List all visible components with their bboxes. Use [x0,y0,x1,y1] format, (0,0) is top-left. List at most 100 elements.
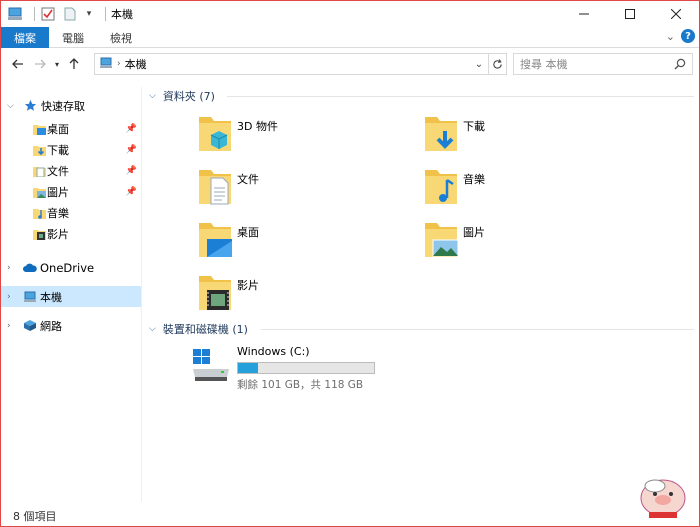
folder-tile-videos[interactable]: 影片 [197,272,397,316]
3d-objects-folder-icon [197,113,237,157]
sidebar-item-quick-access[interactable]: ⌵ 快速存取 [1,95,141,116]
folder-tile-downloads[interactable]: 下載 [423,113,623,157]
tab-view[interactable]: 檢視 [97,27,145,48]
folder-tile-desktop[interactable]: 桌面 [197,219,397,263]
sidebar-item-network[interactable]: › 網路 [1,315,141,336]
downloads-folder-icon [32,143,46,157]
devices-group-header[interactable]: ⌵ 裝置和磁碟機 (1) [149,321,694,337]
chevron-right-icon[interactable]: › [7,263,11,273]
drive-usage-bar [237,362,375,374]
mascot-watermark-icon [635,474,691,522]
desktop-folder-icon [32,122,46,136]
close-button[interactable] [653,1,699,27]
divider [261,329,694,330]
folders-group-label: 資料夾 (7) [162,90,215,103]
address-bar[interactable]: › 本機 ⌄ [94,53,507,75]
help-icon[interactable]: ? [681,29,695,43]
breadcrumb-separator-icon: › [117,59,121,69]
folder-name: 桌面 [237,226,259,239]
chevron-down-icon[interactable]: ⌵ [7,101,14,111]
breadcrumb-item[interactable]: 本機 [125,56,147,72]
pin-icon[interactable]: 📌 [126,124,137,134]
sidebar-item-label: 本機 [40,290,62,304]
drive-tile-c[interactable]: Windows (C:) 剩餘 101 GB，共 118 GB [191,343,451,391]
navigation-pane: ⌵ 快速存取 桌面 📌 下載 📌 文件 📌 圖片 📌 音樂 影片 › OneDr… [1,87,142,502]
up-button[interactable] [63,53,85,75]
sidebar-item-documents[interactable]: 文件 📌 [1,160,141,181]
chevron-down-icon[interactable]: ⌵ [149,324,156,334]
folder-name: 文件 [237,173,259,186]
sidebar-item-label: 影片 [47,227,69,241]
item-count: 8 個項目 [13,510,57,523]
tab-computer[interactable]: 電腦 [49,27,97,48]
minimize-button[interactable] [561,1,607,27]
sidebar-item-desktop[interactable]: 桌面 📌 [1,118,141,139]
folders-group-header[interactable]: ⌵ 資料夾 (7) [149,88,694,104]
navigation-bar: ▾ › 本機 ⌄ 搜尋 本機 [1,49,699,79]
this-pc-icon [23,290,37,304]
address-history-icon[interactable]: ⌄ [470,54,488,74]
drive-name: Windows (C:) [237,345,310,358]
chevron-down-icon[interactable]: ⌵ [149,91,156,101]
search-input[interactable]: 搜尋 本機 [520,56,568,72]
expand-ribbon-icon[interactable]: ⌄ [666,30,675,43]
sidebar-item-label: 圖片 [47,185,69,199]
drive-usage-fill [238,363,258,373]
window-title: 本機 [111,8,133,21]
drive-icon [191,347,231,386]
folder-tile-3d-objects[interactable]: 3D 物件 [197,113,397,157]
sidebar-item-label: 下載 [47,143,69,157]
pictures-folder-icon [32,185,46,199]
search-icon [674,58,686,73]
chevron-right-icon[interactable]: › [7,321,11,331]
downloads-folder-icon [423,113,463,157]
folder-name: 影片 [237,279,259,292]
sidebar-item-label: 音樂 [47,206,69,220]
customize-toolbar-icon[interactable]: ▾ [84,6,94,22]
tab-file[interactable]: 檔案 [1,27,49,48]
search-box[interactable]: 搜尋 本機 [513,53,693,75]
file-explorer-window: ▾ 本機 檔案 電腦 檢視 ⌄ ? ▾ › 本機 ⌄ 搜尋 本機 ⌵ 快速存取 … [0,0,700,527]
music-folder-icon [423,166,463,210]
sidebar-item-onedrive[interactable]: › OneDrive [1,257,141,278]
pictures-folder-icon [423,219,463,263]
folder-tile-documents[interactable]: 文件 [197,166,397,210]
sidebar-item-downloads[interactable]: 下載 📌 [1,139,141,160]
folder-name: 圖片 [463,226,485,239]
sidebar-item-label: 快速存取 [41,99,85,113]
folder-tile-pictures[interactable]: 圖片 [423,219,623,263]
ribbon-right-controls: ⌄ ? [666,29,695,43]
pin-icon[interactable]: 📌 [126,187,137,197]
sidebar-item-this-pc[interactable]: › 本機 [1,286,141,307]
this-pc-icon [99,57,113,72]
sidebar-item-music[interactable]: 音樂 [1,202,141,223]
videos-folder-icon [32,227,46,241]
folder-name: 下載 [463,120,485,133]
recent-locations-icon[interactable]: ▾ [51,53,63,75]
network-icon [23,319,37,333]
chevron-right-icon[interactable]: › [7,292,11,302]
pin-icon[interactable]: 📌 [126,145,137,155]
folder-tile-music[interactable]: 音樂 [423,166,623,210]
forward-button[interactable] [29,53,51,75]
sidebar-item-label: 文件 [47,164,69,178]
status-bar: 8 個項目 [1,506,699,526]
refresh-button[interactable] [488,54,506,74]
title-bar: ▾ 本機 [1,1,699,27]
divider [227,96,694,97]
documents-folder-icon [32,164,46,178]
folder-name: 音樂 [463,173,485,186]
this-pc-icon [7,6,23,22]
sidebar-item-videos[interactable]: 影片 [1,223,141,244]
sidebar-item-label: 桌面 [47,122,69,136]
sidebar-item-pictures[interactable]: 圖片 📌 [1,181,141,202]
desktop-folder-icon [197,219,237,263]
properties-icon[interactable] [40,6,56,22]
back-button[interactable] [7,53,29,75]
maximize-button[interactable] [607,1,653,27]
star-icon [23,99,37,113]
pin-icon[interactable]: 📌 [126,166,137,176]
videos-folder-icon [197,272,237,316]
new-folder-icon[interactable] [62,6,78,22]
window-controls [561,1,699,27]
